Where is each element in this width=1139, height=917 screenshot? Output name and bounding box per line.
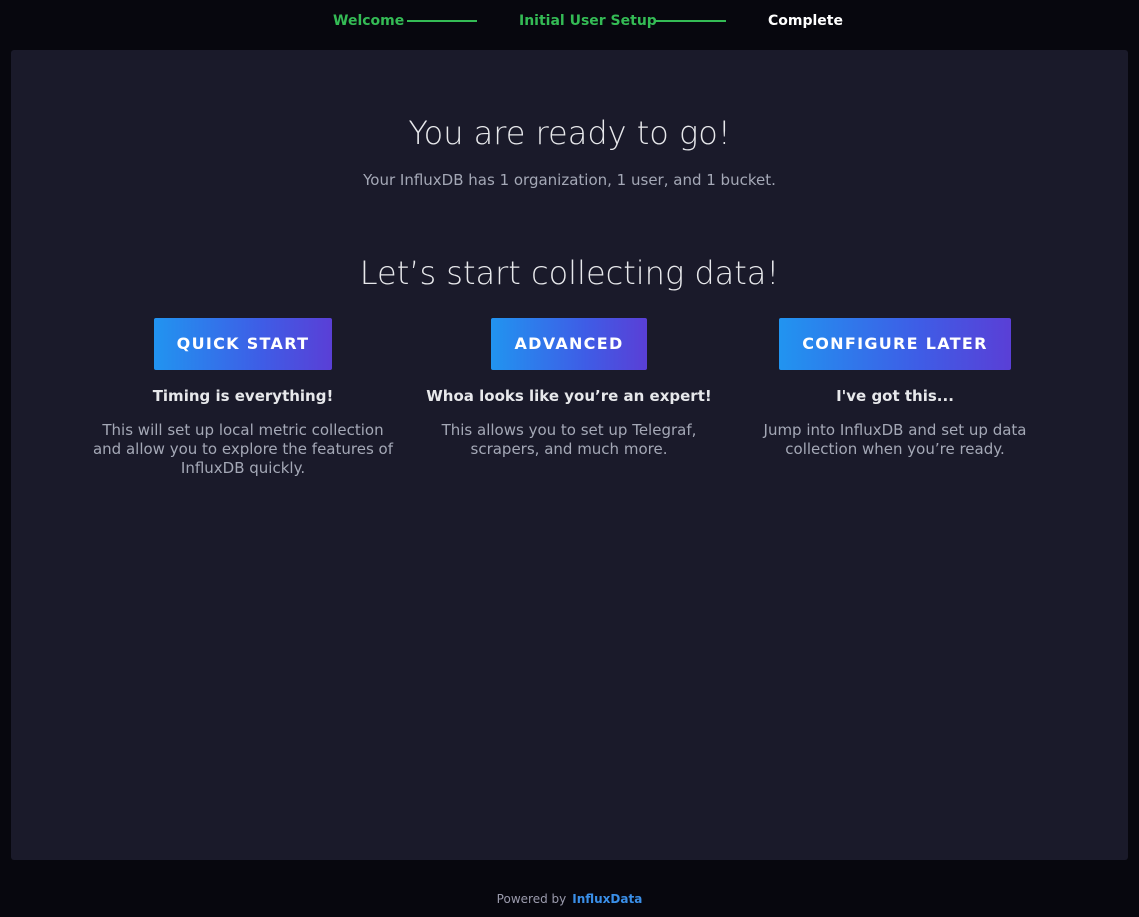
- step-connector-1: [407, 20, 477, 22]
- footer: Powered by InfluxData: [0, 891, 1139, 907]
- quick-start-button[interactable]: QUICK START: [153, 318, 333, 370]
- influxdata-link[interactable]: InfluxData: [572, 892, 642, 906]
- step-complete[interactable]: Complete: [768, 12, 843, 30]
- onboarding-stepper: Welcome Initial User Setup Complete: [0, 0, 1139, 42]
- step-connector-2: [656, 20, 726, 22]
- advanced-description: This allows you to set up Telegraf, scra…: [441, 421, 697, 458]
- powered-by-text: Powered by: [496, 892, 567, 906]
- step-welcome[interactable]: Welcome: [333, 12, 404, 30]
- page-title: You are ready to go!: [408, 114, 731, 152]
- advanced-heading: Whoa looks like you’re an expert!: [426, 387, 712, 405]
- configure-later-description: Jump into InfluxDB and set up data colle…: [763, 421, 1027, 458]
- advanced-button[interactable]: ADVANCED: [491, 318, 647, 370]
- collect-data-heading: Let’s start collecting data!: [359, 254, 780, 292]
- onboarding-page: Welcome Initial User Setup Complete You …: [0, 0, 1139, 917]
- quick-start-description: This will set up local metric collection…: [92, 421, 393, 477]
- configure-later-heading: I've got this...: [836, 387, 954, 405]
- main-panel: You are ready to go! Your InfluxDB has 1…: [11, 50, 1128, 860]
- quick-start-heading: Timing is everything!: [152, 387, 334, 405]
- configure-later-button[interactable]: CONFIGURE LATER: [779, 318, 1011, 370]
- setup-summary: Your InfluxDB has 1 organization, 1 user…: [363, 171, 776, 189]
- option-advanced: ADVANCED Whoa looks like you’re an exper…: [404, 318, 734, 459]
- step-initial-user-setup[interactable]: Initial User Setup: [519, 12, 657, 30]
- option-quick-start: QUICK START Timing is everything! This w…: [78, 318, 408, 478]
- option-configure-later: CONFIGURE LATER I've got this... Jump in…: [730, 318, 1060, 459]
